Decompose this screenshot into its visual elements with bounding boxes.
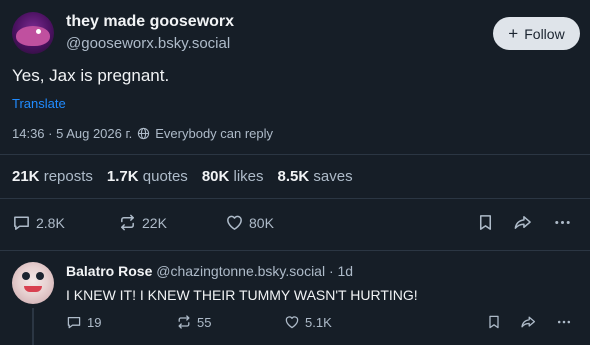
reply-count: 2.8K bbox=[36, 214, 65, 231]
reply-author-handle[interactable]: @chazingtonne.bsky.social bbox=[156, 263, 325, 279]
repost-button[interactable]: 22K bbox=[118, 213, 167, 232]
avatar-eye bbox=[22, 272, 30, 280]
reply-share-button[interactable] bbox=[520, 314, 536, 330]
heart-icon bbox=[227, 215, 242, 230]
like-button[interactable]: 80K bbox=[225, 213, 274, 232]
post-actions: 2.8K 22K 80K bbox=[0, 213, 590, 235]
reply-setting[interactable]: Everybody can reply bbox=[155, 126, 273, 141]
repost-count: 22K bbox=[142, 214, 167, 231]
follow-button-label: Follow bbox=[524, 25, 565, 42]
reply-text: I KNEW IT! I KNEW THEIR TUMMY WASN'T HUR… bbox=[66, 287, 418, 303]
post-stats: 21K reposts 1.7K quotes 80K likes 8.5K s… bbox=[12, 168, 353, 185]
reposts-stat[interactable]: 21K reposts bbox=[12, 168, 93, 185]
save-button[interactable] bbox=[476, 213, 495, 232]
divider bbox=[0, 154, 590, 155]
translate-link[interactable]: Translate bbox=[12, 96, 66, 111]
bookmark-icon bbox=[489, 315, 499, 329]
post-meta: 14:36 · 5 Aug 2026 г. Everybody can repl… bbox=[12, 126, 273, 141]
divider bbox=[0, 198, 590, 199]
avatar-eye bbox=[36, 29, 41, 34]
reply-like-count: 5.1K bbox=[305, 314, 332, 330]
heart-icon bbox=[285, 316, 299, 329]
follow-button[interactable]: + Follow bbox=[493, 17, 580, 50]
share-icon bbox=[514, 216, 531, 229]
reply-button[interactable]: 2.8K bbox=[12, 213, 65, 232]
reply-author-avatar[interactable] bbox=[12, 262, 54, 304]
avatar-mouth bbox=[24, 286, 42, 292]
reply-age: · 1d bbox=[328, 263, 354, 279]
saves-stat[interactable]: 8.5K saves bbox=[278, 168, 353, 185]
reply-reply-count: 19 bbox=[87, 314, 102, 330]
bookmark-icon bbox=[479, 215, 492, 230]
avatar-eye bbox=[36, 272, 44, 280]
reply-icon bbox=[14, 216, 29, 230]
author-avatar[interactable] bbox=[12, 12, 54, 54]
reply-actions: 19 55 5.1K bbox=[0, 314, 590, 334]
reply-author-name[interactable]: Balatro Rose bbox=[66, 263, 152, 279]
repost-icon bbox=[121, 214, 134, 231]
likes-stat[interactable]: 80K likes bbox=[202, 168, 264, 185]
avatar-blob bbox=[16, 26, 50, 46]
post-timestamp[interactable]: 14:36 · 5 Aug 2026 г. bbox=[12, 126, 132, 141]
reply-more-options-button[interactable] bbox=[556, 314, 572, 330]
author-display-name[interactable]: they made gooseworx bbox=[66, 13, 234, 31]
post-text: Yes, Jax is pregnant. bbox=[12, 66, 170, 85]
reply-icon bbox=[67, 316, 81, 329]
globe-icon bbox=[138, 127, 150, 140]
more-options-button[interactable] bbox=[553, 213, 572, 232]
ellipsis-icon bbox=[557, 320, 571, 324]
quotes-stat[interactable]: 1.7K quotes bbox=[107, 168, 188, 185]
repost-icon bbox=[178, 315, 190, 329]
share-icon bbox=[521, 316, 536, 328]
reply-repost-count: 55 bbox=[197, 314, 212, 330]
like-count: 80K bbox=[249, 214, 274, 231]
reply-save-button[interactable] bbox=[486, 314, 502, 330]
author-handle[interactable]: @gooseworx.bsky.social bbox=[66, 35, 230, 52]
ellipsis-icon bbox=[555, 220, 570, 225]
reply-like-button[interactable]: 5.1K bbox=[284, 314, 332, 330]
divider bbox=[0, 250, 590, 251]
share-button[interactable] bbox=[513, 213, 532, 232]
reply-repost-button[interactable]: 55 bbox=[176, 314, 211, 330]
reply-header: Balatro Rose @chazingtonne.bsky.social ·… bbox=[66, 263, 353, 279]
plus-icon: + bbox=[508, 24, 519, 43]
reply-reply-button[interactable]: 19 bbox=[66, 314, 101, 330]
